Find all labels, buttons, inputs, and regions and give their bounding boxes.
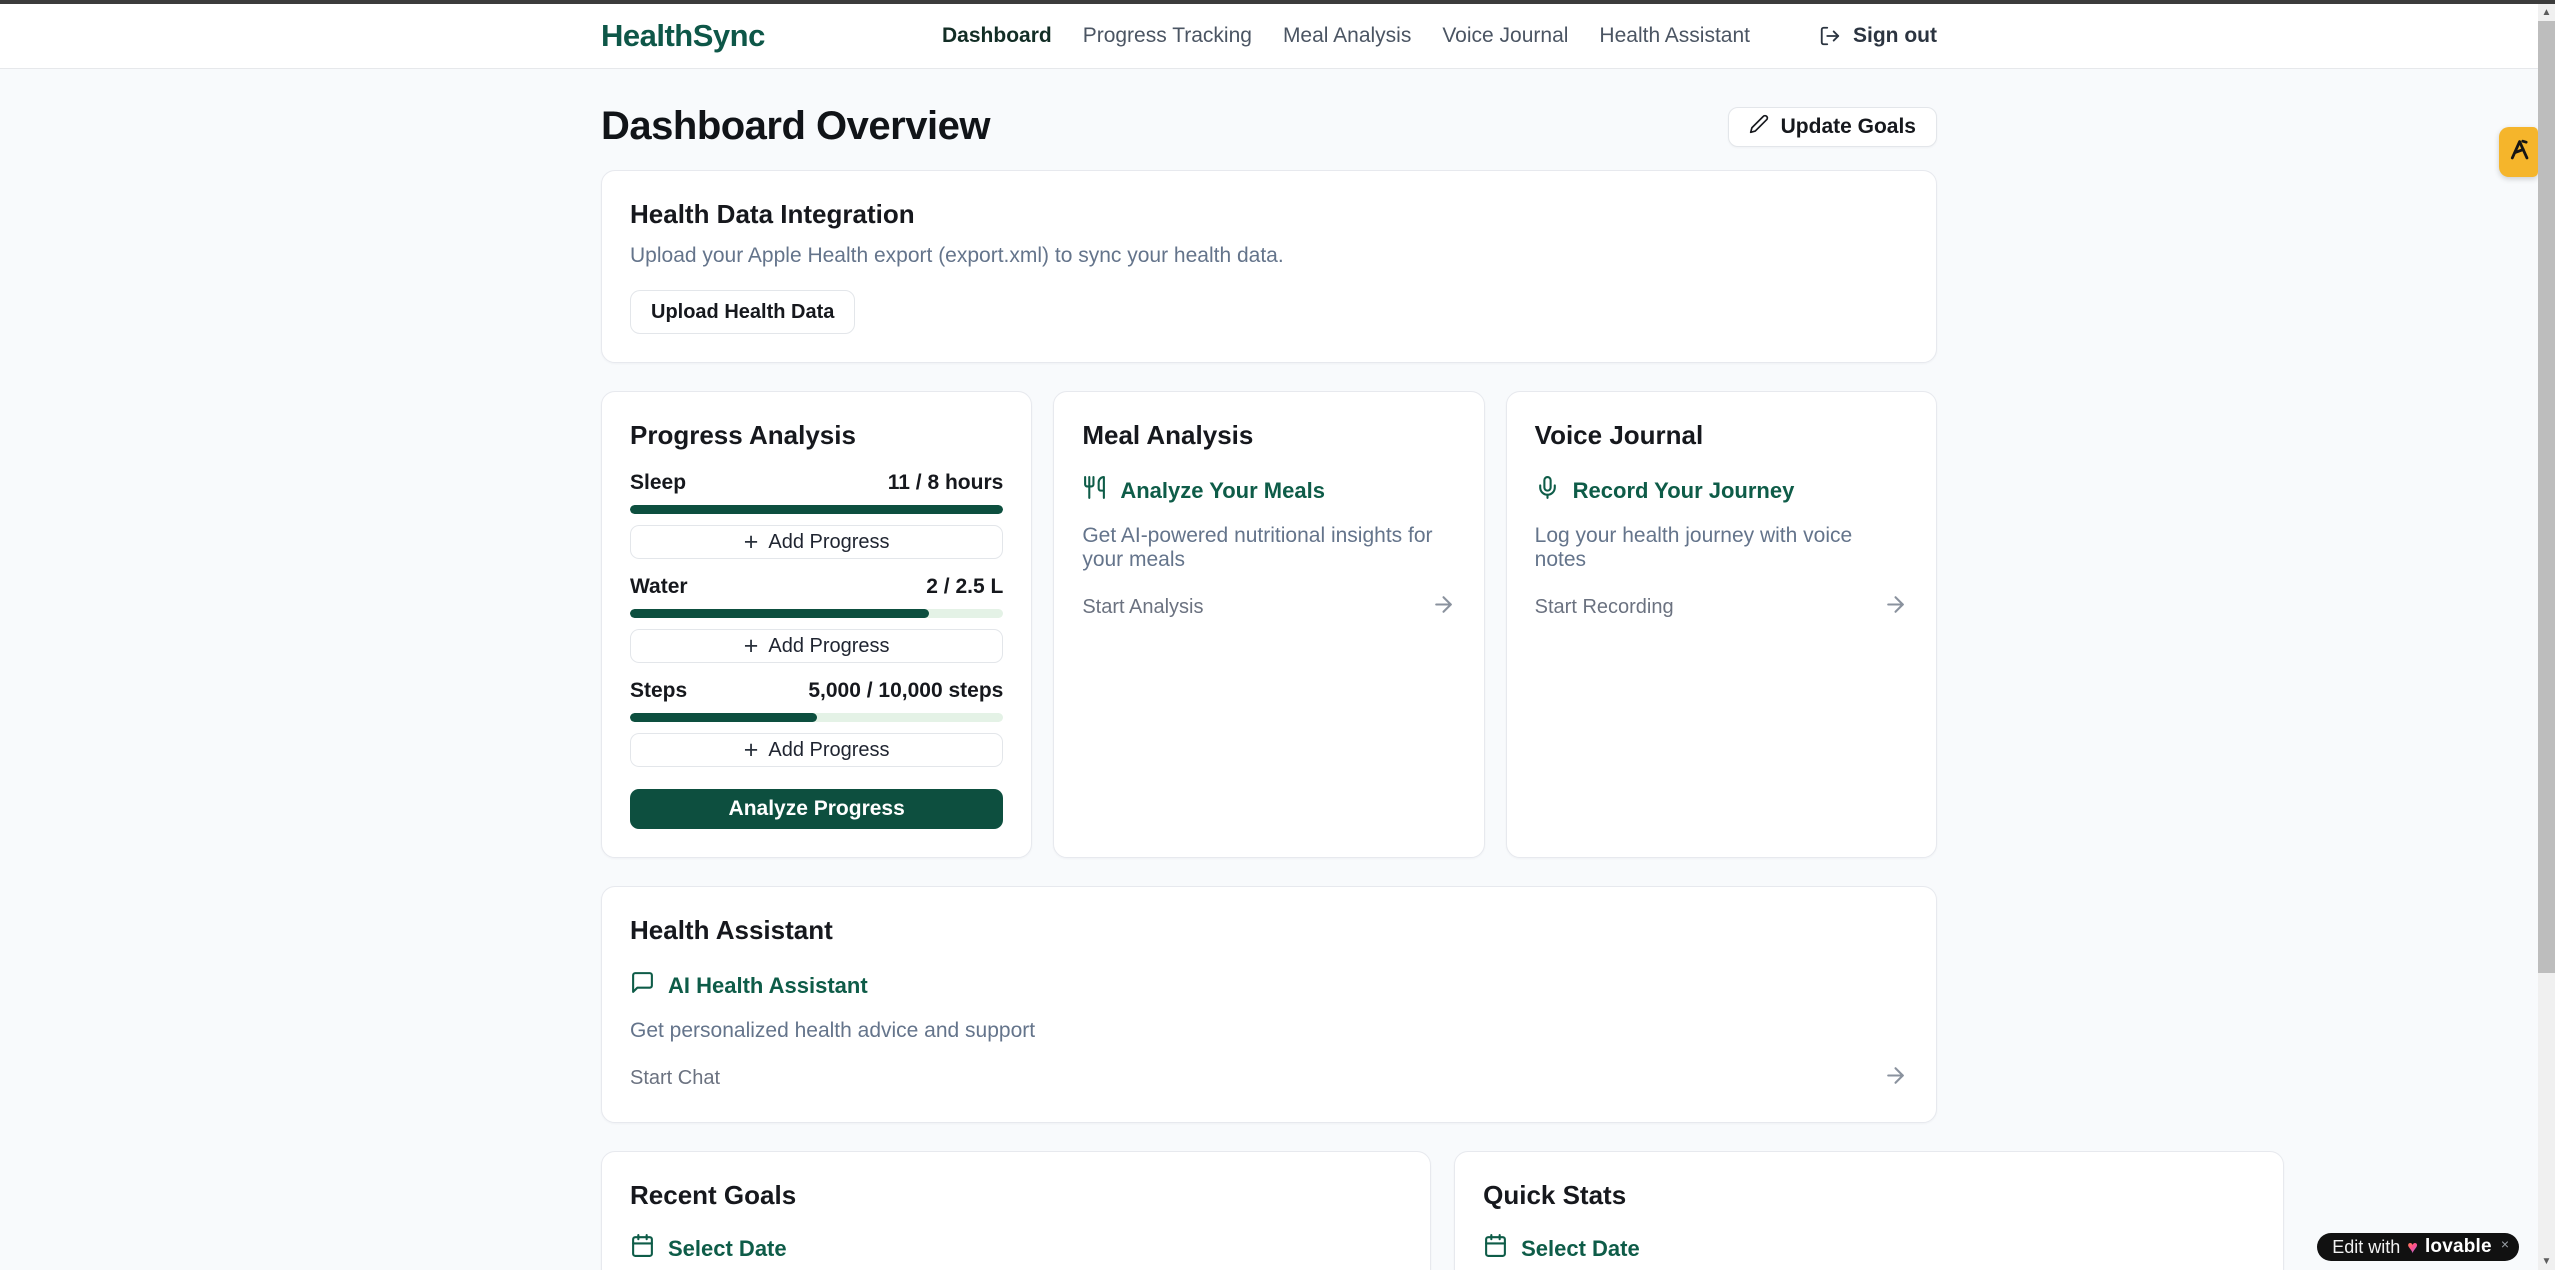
steps-progress-fill bbox=[630, 713, 817, 722]
steps-add-progress-button[interactable]: + Add Progress bbox=[630, 733, 1003, 767]
start-recording-label: Start Recording bbox=[1535, 596, 1674, 619]
edit-with-lovable-badge[interactable]: Edit with ♥ lovable × bbox=[2317, 1233, 2519, 1261]
app-header: HealthSync Dashboard Progress Tracking M… bbox=[0, 4, 2555, 69]
edit-with-label: Edit with bbox=[2332, 1237, 2400, 1258]
pencil-icon bbox=[1749, 114, 1769, 140]
update-goals-button[interactable]: Update Goals bbox=[1728, 107, 1937, 147]
start-analysis-link[interactable]: Start Analysis bbox=[1082, 592, 1455, 623]
scrollbar-down-button[interactable]: ▼ bbox=[2538, 1253, 2555, 1270]
add-progress-label: Add Progress bbox=[768, 739, 889, 762]
log-out-icon bbox=[1819, 25, 1841, 47]
water-value: 2 / 2.5 L bbox=[926, 575, 1003, 599]
health-data-title: Health Data Integration bbox=[630, 199, 1908, 230]
feedback-side-tab[interactable] bbox=[2499, 127, 2538, 177]
analyze-your-meals-link[interactable]: Analyze Your Meals bbox=[1082, 475, 1455, 506]
start-chat-link[interactable]: Start Chat bbox=[630, 1063, 1908, 1094]
utensils-icon bbox=[1082, 475, 1107, 506]
record-your-journey-link[interactable]: Record Your Journey bbox=[1535, 475, 1908, 506]
nav-health-assistant[interactable]: Health Assistant bbox=[1599, 24, 1750, 48]
progress-analysis-card: Progress Analysis Sleep 11 / 8 hours + A… bbox=[601, 391, 1032, 858]
scrollbar-thumb[interactable] bbox=[2538, 21, 2555, 973]
start-analysis-label: Start Analysis bbox=[1082, 596, 1203, 619]
water-add-progress-button[interactable]: + Add Progress bbox=[630, 629, 1003, 663]
window-top-strip bbox=[0, 0, 2555, 4]
upload-health-data-button[interactable]: Upload Health Data bbox=[630, 290, 855, 334]
add-progress-label: Add Progress bbox=[768, 531, 889, 554]
lovable-logo-icon bbox=[2505, 136, 2532, 168]
water-progress-fill bbox=[630, 609, 929, 618]
recent-goals-select-date[interactable]: Select Date bbox=[630, 1233, 1402, 1264]
scrollbar-up-button[interactable]: ▲ bbox=[2538, 4, 2555, 21]
health-assistant-card: Health Assistant AI Health Assistant Get… bbox=[601, 886, 1937, 1123]
lovable-label: lovable bbox=[2425, 1236, 2492, 1258]
progress-analysis-title: Progress Analysis bbox=[630, 420, 1003, 451]
voice-journal-title: Voice Journal bbox=[1535, 420, 1908, 451]
steps-tracker: Steps 5,000 / 10,000 steps + Add Progres… bbox=[630, 679, 1003, 767]
microphone-icon bbox=[1535, 475, 1560, 506]
health-data-integration-card: Health Data Integration Upload your Appl… bbox=[601, 170, 1937, 363]
meal-analysis-title: Meal Analysis bbox=[1082, 420, 1455, 451]
vertical-scrollbar[interactable]: ▲ ▼ bbox=[2538, 4, 2555, 1270]
quick-stats-select-date[interactable]: Select Date bbox=[1483, 1233, 2255, 1264]
sleep-label: Sleep bbox=[630, 471, 686, 495]
nav-progress-tracking[interactable]: Progress Tracking bbox=[1083, 24, 1252, 48]
quick-stats-title: Quick Stats bbox=[1483, 1180, 2255, 1211]
sign-out-button[interactable]: Sign out bbox=[1819, 24, 1937, 48]
add-progress-label: Add Progress bbox=[768, 635, 889, 658]
steps-label: Steps bbox=[630, 679, 687, 703]
sleep-tracker: Sleep 11 / 8 hours + Add Progress bbox=[630, 471, 1003, 559]
nav-meal-analysis[interactable]: Meal Analysis bbox=[1283, 24, 1411, 48]
start-chat-label: Start Chat bbox=[630, 1067, 720, 1090]
app-logo[interactable]: HealthSync bbox=[601, 18, 765, 54]
page-title: Dashboard Overview bbox=[601, 104, 990, 149]
chat-bubble-icon bbox=[630, 970, 655, 1001]
update-goals-label: Update Goals bbox=[1781, 115, 1916, 139]
ai-health-assistant-label: AI Health Assistant bbox=[668, 973, 868, 999]
badge-close-icon[interactable]: × bbox=[2501, 1236, 2509, 1252]
calendar-icon bbox=[630, 1233, 655, 1264]
record-your-journey-label: Record Your Journey bbox=[1573, 478, 1795, 504]
voice-journal-card: Voice Journal Record Your Journey Log yo… bbox=[1506, 391, 1937, 858]
heart-icon: ♥ bbox=[2407, 1237, 2418, 1258]
recent-goals-title: Recent Goals bbox=[630, 1180, 1402, 1211]
nav-voice-journal[interactable]: Voice Journal bbox=[1442, 24, 1568, 48]
ai-health-assistant-link[interactable]: AI Health Assistant bbox=[630, 970, 1908, 1001]
sign-out-label: Sign out bbox=[1853, 24, 1937, 48]
analyze-progress-button[interactable]: Analyze Progress bbox=[630, 789, 1003, 829]
main-nav: Dashboard Progress Tracking Meal Analysi… bbox=[942, 24, 1937, 48]
health-data-description: Upload your Apple Health export (export.… bbox=[630, 244, 1908, 268]
analyze-your-meals-label: Analyze Your Meals bbox=[1120, 478, 1325, 504]
sleep-progress-bar bbox=[630, 505, 1003, 514]
water-progress-bar bbox=[630, 609, 1003, 618]
sleep-progress-fill bbox=[630, 505, 1003, 514]
quick-stats-card: Quick Stats Select Date Today Yesterday … bbox=[1454, 1151, 2284, 1270]
calendar-icon bbox=[1483, 1233, 1508, 1264]
arrow-right-icon bbox=[1883, 1063, 1908, 1094]
sleep-add-progress-button[interactable]: + Add Progress bbox=[630, 525, 1003, 559]
arrow-right-icon bbox=[1883, 592, 1908, 623]
steps-progress-bar bbox=[630, 713, 1003, 722]
water-label: Water bbox=[630, 575, 688, 599]
meal-analysis-description: Get AI-powered nutritional insights for … bbox=[1082, 524, 1455, 572]
select-date-label: Select Date bbox=[668, 1236, 787, 1262]
health-assistant-title: Health Assistant bbox=[630, 915, 1908, 946]
health-assistant-description: Get personalized health advice and suppo… bbox=[630, 1019, 1908, 1043]
arrow-right-icon bbox=[1431, 592, 1456, 623]
voice-journal-description: Log your health journey with voice notes bbox=[1535, 524, 1908, 572]
start-recording-link[interactable]: Start Recording bbox=[1535, 592, 1908, 623]
meal-analysis-card: Meal Analysis Analyze Your Meals Get AI-… bbox=[1053, 391, 1484, 858]
select-date-label: Select Date bbox=[1521, 1236, 1640, 1262]
nav-dashboard[interactable]: Dashboard bbox=[942, 24, 1052, 48]
sleep-value: 11 / 8 hours bbox=[888, 471, 1004, 495]
recent-goals-card: Recent Goals Select Date Today Yesterday… bbox=[601, 1151, 1431, 1270]
water-tracker: Water 2 / 2.5 L + Add Progress bbox=[630, 575, 1003, 663]
steps-value: 5,000 / 10,000 steps bbox=[808, 679, 1003, 703]
